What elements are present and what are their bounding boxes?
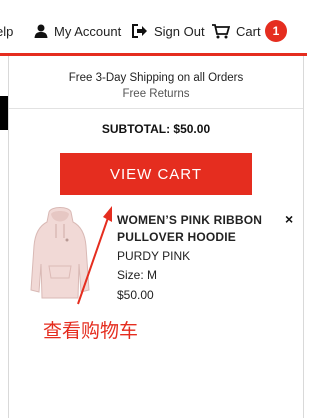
- annotation-text: 查看购物车: [43, 320, 139, 342]
- view-cart-button[interactable]: VIEW CART: [60, 153, 252, 195]
- cart-icon: [212, 23, 230, 38]
- shipping-promo-text: Free 3-Day Shipping on all Orders: [68, 72, 244, 84]
- product-name[interactable]: WOMEN’S PINK RIBBON PULLOVER HOODIE: [117, 212, 277, 246]
- cart-subtotal: SUBTOTAL: $50.00: [101, 122, 211, 136]
- mini-cart-dropdown: Free 3-Day Shipping on all Orders Free R…: [8, 56, 304, 418]
- product-price: $50.00: [117, 288, 154, 302]
- annotation-arrow-icon: [77, 206, 112, 305]
- product-size: Size: M: [117, 268, 158, 282]
- cart-count-badge: 1: [265, 20, 287, 42]
- sign-out-link[interactable]: Sign Out: [132, 22, 205, 40]
- my-account-link[interactable]: My Account: [34, 22, 121, 40]
- returns-promo-text: Free Returns: [122, 88, 190, 100]
- product-color: PURDY PINK: [117, 249, 191, 263]
- close-icon[interactable]: ×: [285, 211, 293, 227]
- help-link-label: elp: [0, 23, 14, 39]
- sign-out-icon: [132, 24, 147, 38]
- user-icon: [34, 24, 48, 38]
- cart-label: Cart: [236, 23, 261, 39]
- cart-link[interactable]: Cart: [212, 22, 261, 40]
- help-link[interactable]: elp: [0, 22, 13, 40]
- top-navigation: elp My Account Sign Out Cart 1: [0, 0, 307, 56]
- my-account-label: My Account: [54, 23, 122, 39]
- background-page-fragment: [0, 96, 8, 130]
- sign-out-label: Sign Out: [154, 23, 205, 39]
- divider: [9, 108, 303, 109]
